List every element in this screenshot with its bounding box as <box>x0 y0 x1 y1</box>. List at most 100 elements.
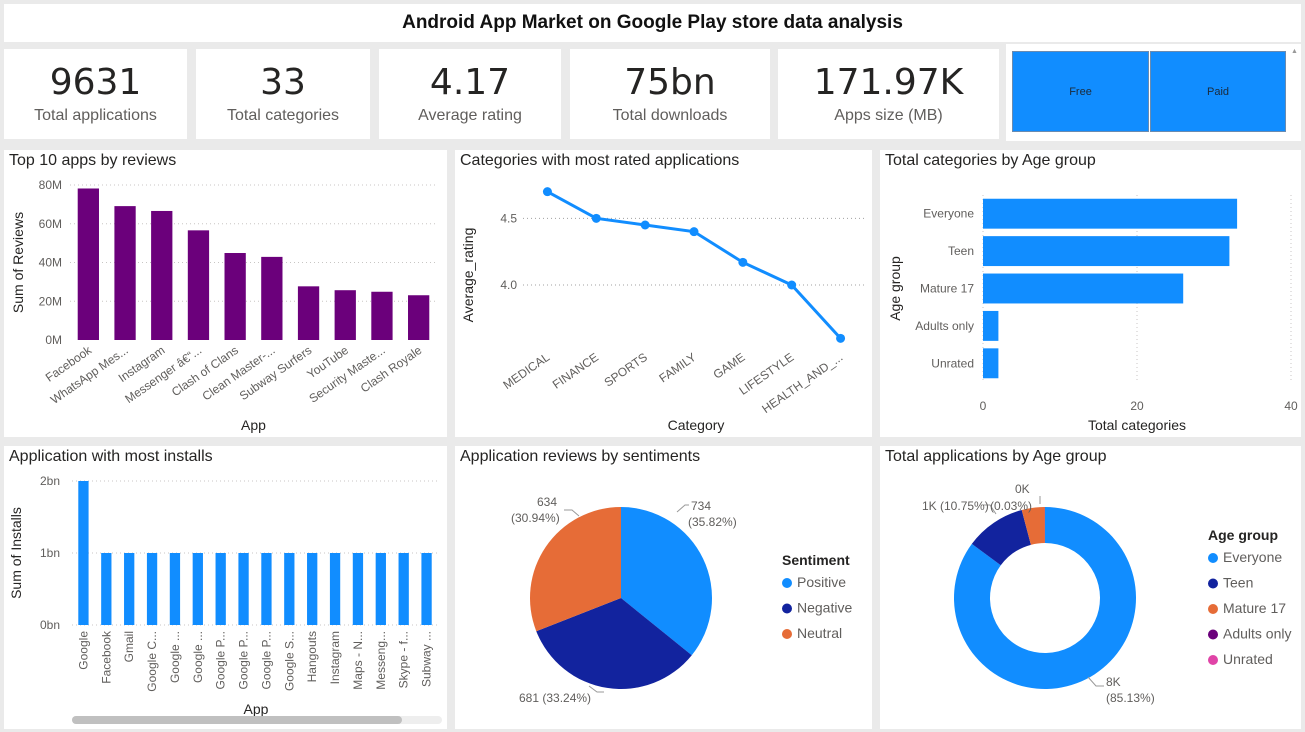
legend-label: Unrated <box>1223 651 1273 667</box>
data-label: 734 <box>691 499 711 513</box>
y-tick-label: 40M <box>39 256 62 270</box>
chart-title: Total applications by Age group <box>885 448 1107 465</box>
legend-marker <box>1208 604 1218 614</box>
bar <box>983 273 1184 304</box>
legend-label: Adults only <box>1223 626 1291 642</box>
x-tick-label: Google P... <box>237 631 251 690</box>
dashboard-title-bar: Android App Market on Google Play store … <box>4 4 1301 42</box>
series-line <box>546 190 842 340</box>
kpi-value: 33 <box>260 62 306 103</box>
age-applications-chart-card: Total applications by Age group 8K (85.13… <box>880 446 1301 729</box>
installs-bar-chart: 0bn 1bn 2bn Google Facebook Gmail Google C... G… <box>8 474 442 724</box>
x-tick-label: HEALTH_AND_... <box>759 350 845 416</box>
data-point <box>738 257 748 267</box>
bar <box>192 553 203 625</box>
legend-label: Teen <box>1223 575 1253 591</box>
data-point <box>836 333 846 343</box>
scrollbar-thumb[interactable] <box>72 716 402 724</box>
legend-marker <box>782 603 792 614</box>
bar <box>187 230 210 340</box>
label-leader <box>676 504 689 513</box>
kpi-total-applications[interactable]: 9631 Total applications <box>4 49 187 139</box>
legend-label: Neutral <box>797 625 842 641</box>
legend-marker <box>782 578 792 588</box>
kpi-total-categories[interactable]: 33 Total categories <box>196 49 370 139</box>
y-tick-label: 0bn <box>40 618 60 632</box>
bar <box>334 290 356 340</box>
data-label: 8K <box>1106 675 1121 689</box>
data-point <box>591 213 601 223</box>
bar <box>307 553 318 625</box>
y-tick-label: 0M <box>45 333 62 347</box>
legend-marker <box>782 629 792 639</box>
y-tick-label: Unrated <box>931 356 974 370</box>
label-leader <box>564 509 580 517</box>
x-tick-label: Skype - f... <box>397 631 411 688</box>
bar <box>169 553 181 625</box>
bar <box>284 553 295 625</box>
data-label: 1K (10.75%) <box>922 499 989 513</box>
bar <box>398 553 409 625</box>
x-tick-label: SPORTS <box>602 350 650 390</box>
data-label: (30.94%) <box>511 511 560 525</box>
x-tick-label: Maps - N... <box>351 631 365 690</box>
legend-title: Age group <box>1208 527 1278 543</box>
kpi-label: Total downloads <box>612 107 728 124</box>
dashboard-title: Android App Market on Google Play store … <box>402 12 903 33</box>
data-label: 0K <box>1015 482 1030 496</box>
installs-chart-card: Application with most installs 0bn 1bn 2bn… <box>4 446 447 729</box>
sentiment-pie-chart: 734 (35.82%) 681 (33.24%) 634 (30.94%) Sentim… <box>511 495 852 705</box>
bar <box>238 553 249 625</box>
x-tick-label: Google ... <box>191 631 205 683</box>
slicer-free-button[interactable]: Free <box>1012 51 1149 132</box>
legend-label: Negative <box>797 600 852 616</box>
bar <box>371 291 393 340</box>
bar <box>297 286 320 340</box>
y-axis-title: Sum of Installs <box>8 507 24 599</box>
legend-title: Sentiment <box>782 552 850 568</box>
legend-marker <box>1208 629 1218 640</box>
reviews-bar-chart: 0M20M40M60M80MFacebookWhatsApp Mes...Ins… <box>10 178 437 433</box>
y-tick-label: 2bn <box>40 474 60 488</box>
slicer-scroll-up-icon[interactable]: ▲ <box>1291 48 1298 56</box>
kpi-label: Apps size (MB) <box>834 107 943 124</box>
x-axis-title: App <box>244 701 269 717</box>
x-tick-label: FAMILY <box>656 350 698 385</box>
x-axis-title: Category <box>668 417 725 433</box>
x-tick-label: FINANCE <box>550 350 601 392</box>
x-tick-label: Messeng... <box>374 631 388 690</box>
x-tick-label: 40 <box>1284 399 1298 413</box>
age-applications-donut-chart: 8K (85.13%) 1K (10.75%) 0K (0.03%) Age group E… <box>922 482 1291 705</box>
chart-title: Application with most installs <box>9 448 213 465</box>
x-tick-label: Google P... <box>214 631 228 690</box>
x-tick-label: GAME <box>711 350 748 382</box>
bar <box>375 553 386 625</box>
legend-label: Mature 17 <box>1223 600 1286 616</box>
kpi-total-downloads[interactable]: 75bn Total downloads <box>570 49 770 139</box>
kpi-value: 4.17 <box>429 62 511 103</box>
bar <box>421 553 432 625</box>
x-tick-label: Gmail <box>122 631 136 662</box>
slicer-paid-button[interactable]: Paid <box>1150 51 1286 132</box>
kpi-apps-size[interactable]: 171.97K Apps size (MB) <box>778 49 999 139</box>
y-tick-label: 60M <box>39 217 62 231</box>
data-point <box>640 220 650 230</box>
legend-marker <box>1208 655 1218 665</box>
kpi-label: Average rating <box>418 107 522 124</box>
x-tick-label: Hangouts <box>305 631 319 682</box>
y-tick-label: 80M <box>39 178 62 192</box>
y-axis-title: Average_rating <box>460 228 476 323</box>
y-tick-label: 4.5 <box>500 211 517 225</box>
age-categories-bar-chart: 0 20 40 Everyone Teen Mature 17 Adults only Unr… <box>887 195 1298 433</box>
y-tick-label: Mature 17 <box>920 282 974 296</box>
kpi-average-rating[interactable]: 4.17 Average rating <box>379 49 561 139</box>
x-tick-label: Instagram <box>328 631 342 684</box>
x-tick-label: Subway ... <box>420 631 434 687</box>
kpi-value: 9631 <box>49 62 142 103</box>
x-tick-label: Google <box>76 631 90 670</box>
bar <box>215 553 226 625</box>
legend-label: Everyone <box>1223 549 1282 565</box>
kpi-value: 75bn <box>624 62 716 103</box>
label-leader <box>1087 676 1104 687</box>
kpi-value: 171.97K <box>813 62 964 103</box>
